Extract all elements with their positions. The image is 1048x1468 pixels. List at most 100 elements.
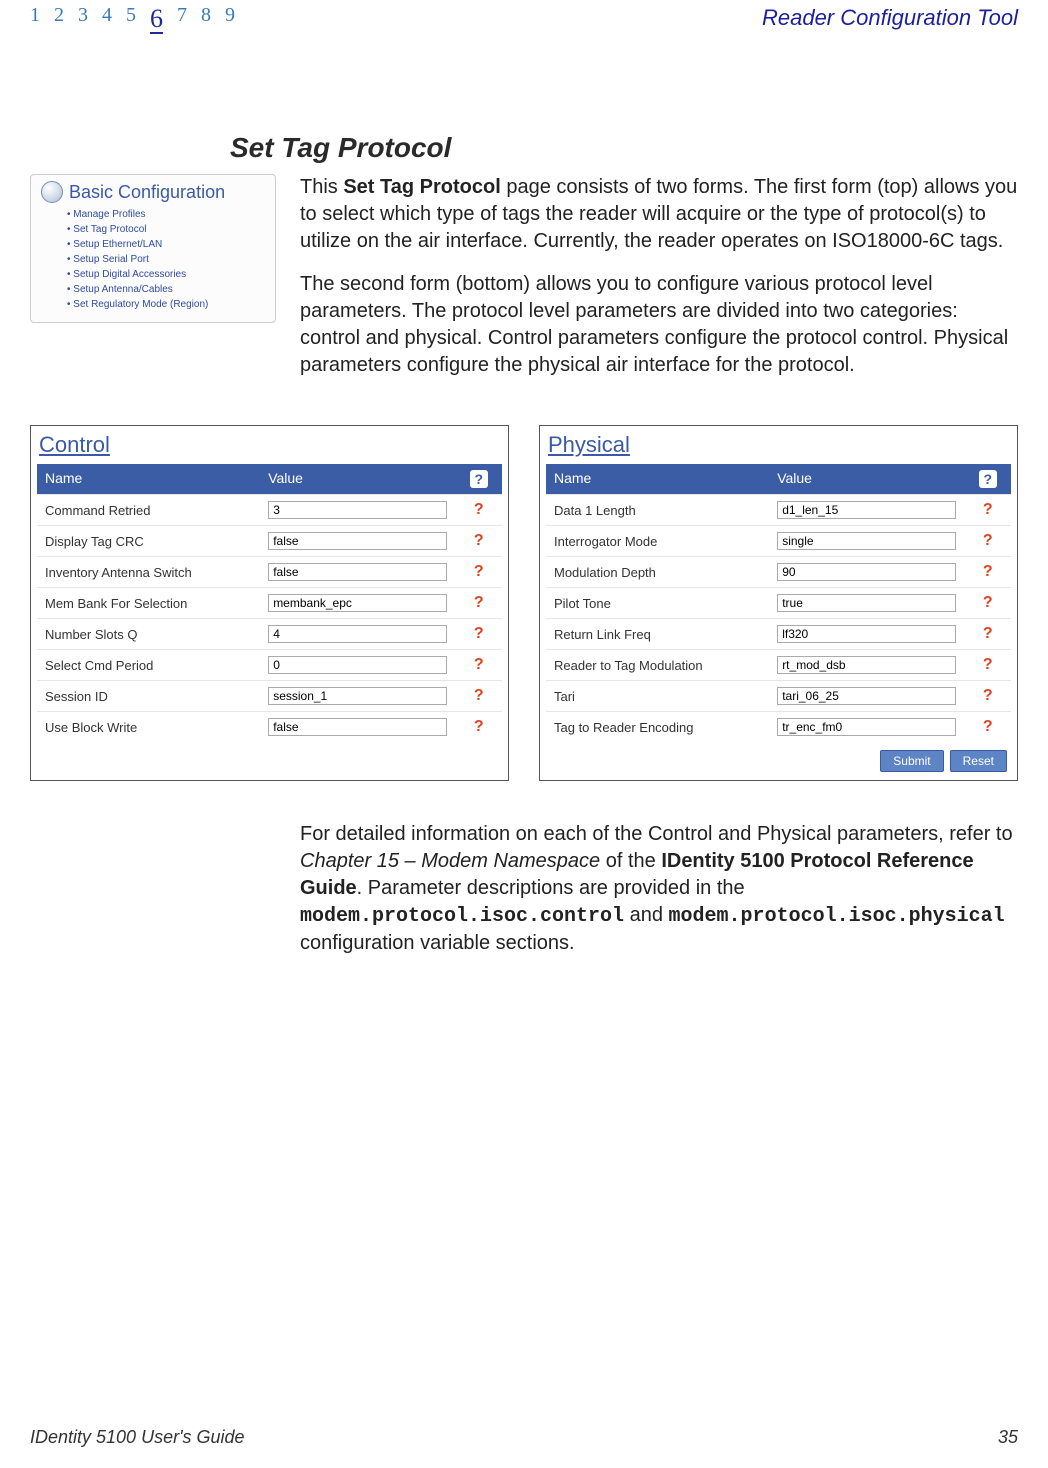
param-value-cell bbox=[769, 681, 964, 711]
submit-button[interactable]: Submit bbox=[880, 750, 943, 772]
param-value-input[interactable] bbox=[268, 563, 447, 581]
table-row: Session ID? bbox=[37, 680, 502, 711]
param-name: Use Block Write bbox=[37, 714, 260, 741]
param-help-cell: ? bbox=[964, 495, 1011, 525]
physical-table-body: Data 1 Length?Interrogator Mode?Modulati… bbox=[546, 494, 1011, 742]
table-row: Reader to Tag Modulation? bbox=[546, 649, 1011, 680]
sidebar-item[interactable]: Set Regulatory Mode (Region) bbox=[67, 297, 265, 312]
param-value-input[interactable] bbox=[777, 718, 956, 736]
basic-config-sidebar: Basic Configuration Manage ProfilesSet T… bbox=[30, 174, 276, 323]
param-value-cell bbox=[769, 650, 964, 680]
param-help-cell: ? bbox=[964, 526, 1011, 556]
param-value-cell bbox=[260, 557, 455, 587]
sidebar-item[interactable]: Setup Digital Accessories bbox=[67, 267, 265, 282]
bp-em: Chapter 15 – Modem Namespace bbox=[300, 850, 600, 872]
help-icon[interactable]: ? bbox=[983, 563, 993, 580]
param-value-cell bbox=[260, 712, 455, 742]
param-name: Inventory Antenna Switch bbox=[37, 559, 260, 586]
th-name: Name bbox=[546, 464, 769, 494]
chapter-link-4[interactable]: 4 bbox=[102, 4, 112, 32]
page-footer: IDentity 5100 User's Guide 35 bbox=[30, 1427, 1018, 1448]
param-help-cell: ? bbox=[455, 650, 502, 680]
chapter-link-8[interactable]: 8 bbox=[201, 4, 211, 32]
help-icon[interactable]: ? bbox=[474, 594, 484, 611]
param-value-input[interactable] bbox=[268, 501, 447, 519]
control-table-header: Name Value ? bbox=[37, 464, 502, 494]
sidebar-title: Basic Configuration bbox=[69, 182, 225, 203]
table-row: Pilot Tone? bbox=[546, 587, 1011, 618]
param-value-input[interactable] bbox=[268, 656, 447, 674]
th-value: Value bbox=[769, 464, 964, 494]
intro-paragraph-1: This Set Tag Protocol page consists of t… bbox=[300, 174, 1018, 255]
help-icon[interactable]: ? bbox=[983, 718, 993, 735]
param-value-input[interactable] bbox=[777, 501, 956, 519]
help-icon[interactable]: ? bbox=[474, 718, 484, 735]
table-row: Tag to Reader Encoding? bbox=[546, 711, 1011, 742]
param-help-cell: ? bbox=[964, 557, 1011, 587]
help-icon[interactable]: ? bbox=[983, 625, 993, 642]
th-help[interactable]: ? bbox=[964, 464, 1011, 494]
param-name: Return Link Freq bbox=[546, 621, 769, 648]
param-name: Command Retried bbox=[37, 497, 260, 524]
sidebar-item[interactable]: Setup Antenna/Cables bbox=[67, 282, 265, 297]
param-help-cell: ? bbox=[455, 495, 502, 525]
sidebar-item[interactable]: Setup Ethernet/LAN bbox=[67, 237, 265, 252]
help-icon[interactable]: ? bbox=[474, 563, 484, 580]
param-help-cell: ? bbox=[455, 712, 502, 742]
reset-button[interactable]: Reset bbox=[950, 750, 1007, 772]
chapter-link-9[interactable]: 9 bbox=[225, 4, 235, 32]
page-header-title: Reader Configuration Tool bbox=[762, 5, 1018, 31]
help-icon[interactable]: ? bbox=[474, 532, 484, 549]
help-header-icon[interactable]: ? bbox=[470, 470, 488, 488]
control-panel: Control Name Value ? Command Retried?Dis… bbox=[30, 425, 509, 781]
th-name: Name bbox=[37, 464, 260, 494]
chapter-link-2[interactable]: 2 bbox=[54, 4, 64, 32]
help-icon[interactable]: ? bbox=[474, 656, 484, 673]
param-value-input[interactable] bbox=[777, 687, 956, 705]
help-icon[interactable]: ? bbox=[983, 687, 993, 704]
param-value-input[interactable] bbox=[777, 532, 956, 550]
help-icon[interactable]: ? bbox=[983, 501, 993, 518]
bp-t4: and bbox=[624, 904, 668, 926]
param-value-input[interactable] bbox=[777, 563, 956, 581]
chapter-link-1[interactable]: 1 bbox=[30, 4, 40, 32]
param-help-cell: ? bbox=[964, 588, 1011, 618]
sidebar-item[interactable]: Setup Serial Port bbox=[67, 252, 265, 267]
table-row: Tari? bbox=[546, 680, 1011, 711]
physical-panel-title: Physical bbox=[548, 432, 1011, 458]
param-value-input[interactable] bbox=[268, 687, 447, 705]
table-row: Modulation Depth? bbox=[546, 556, 1011, 587]
sidebar-list: Manage ProfilesSet Tag ProtocolSetup Eth… bbox=[41, 207, 265, 312]
param-help-cell: ? bbox=[455, 588, 502, 618]
sidebar-item[interactable]: Set Tag Protocol bbox=[67, 222, 265, 237]
chapter-link-5[interactable]: 5 bbox=[126, 4, 136, 32]
help-icon[interactable]: ? bbox=[474, 687, 484, 704]
sidebar-item[interactable]: Manage Profiles bbox=[67, 207, 265, 222]
param-name: Data 1 Length bbox=[546, 497, 769, 524]
param-value-input[interactable] bbox=[268, 718, 447, 736]
bp-t3: . Parameter descriptions are provided in… bbox=[357, 877, 745, 899]
param-value-input[interactable] bbox=[268, 532, 447, 550]
th-help[interactable]: ? bbox=[455, 464, 502, 494]
physical-panel: Physical Name Value ? Data 1 Length?Inte… bbox=[539, 425, 1018, 781]
param-help-cell: ? bbox=[964, 712, 1011, 742]
chapter-link-7[interactable]: 7 bbox=[177, 4, 187, 32]
chapter-link-3[interactable]: 3 bbox=[78, 4, 88, 32]
param-value-cell bbox=[769, 557, 964, 587]
help-icon[interactable]: ? bbox=[983, 532, 993, 549]
help-icon[interactable]: ? bbox=[983, 656, 993, 673]
help-header-icon[interactable]: ? bbox=[979, 470, 997, 488]
param-value-input[interactable] bbox=[268, 625, 447, 643]
param-value-input[interactable] bbox=[777, 656, 956, 674]
bp-mono1: modem.protocol.isoc.control bbox=[300, 905, 624, 928]
param-value-input[interactable] bbox=[268, 594, 447, 612]
bottom-paragraph: For detailed information on each of the … bbox=[300, 821, 1018, 957]
param-value-input[interactable] bbox=[777, 625, 956, 643]
param-value-input[interactable] bbox=[777, 594, 956, 612]
footer-page-number: 35 bbox=[998, 1427, 1018, 1448]
help-icon[interactable]: ? bbox=[983, 594, 993, 611]
chapter-link-6[interactable]: 6 bbox=[150, 6, 163, 34]
help-icon[interactable]: ? bbox=[474, 625, 484, 642]
table-row: Interrogator Mode? bbox=[546, 525, 1011, 556]
help-icon[interactable]: ? bbox=[474, 501, 484, 518]
